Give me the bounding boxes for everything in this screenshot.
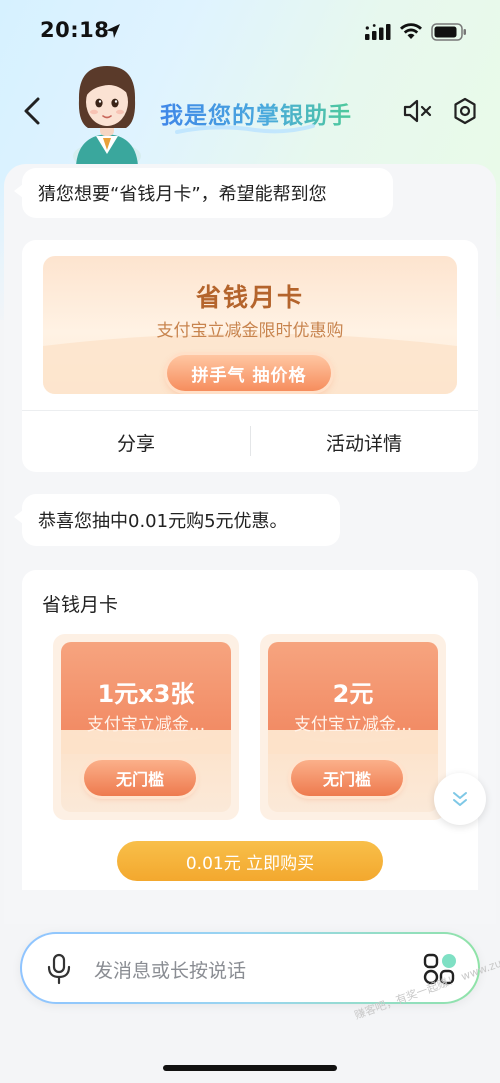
battery-icon	[431, 23, 466, 41]
double-chevron-down-icon	[453, 792, 467, 806]
home-indicator	[163, 1065, 337, 1071]
activity-details-button[interactable]: 活动详情	[250, 412, 478, 472]
share-button[interactable]: 分享	[22, 412, 250, 472]
coupon-option[interactable]: 2元 支付宝立减金... 无门槛	[260, 634, 446, 820]
message-input-placeholder[interactable]: 发消息或长按说话	[94, 956, 246, 983]
assistant-avatar	[73, 66, 141, 166]
assistant-message-bubble: 猜您想要“省钱月卡”，希望能帮到您	[14, 168, 393, 218]
back-chevron-icon[interactable]	[20, 96, 46, 126]
message-text: 猜您想要“省钱月卡”，希望能帮到您	[38, 184, 327, 205]
buy-now-button[interactable]: 0.01元 立即购买	[117, 841, 383, 881]
coupon-option[interactable]: 1元x3张 支付宝立减金... 无门槛	[53, 634, 239, 820]
location-arrow-icon	[106, 24, 120, 38]
cellular-signal-icon	[365, 24, 391, 40]
coupon-description: 支付宝立减金...	[293, 715, 413, 735]
status-time: 20:18	[40, 18, 110, 42]
coupon-tag-button[interactable]: 无门槛	[291, 760, 403, 796]
sound-muted-icon[interactable]	[402, 96, 432, 126]
promo-title: 省钱月卡	[195, 283, 304, 312]
coupon-tag-button[interactable]: 无门槛	[84, 760, 196, 796]
divider	[22, 410, 478, 411]
product-card: 省钱月卡 1元x3张 支付宝立减金... 无门槛 2元 支付宝立减金... 无门…	[22, 570, 478, 890]
promo-subtitle: 支付宝立减金限时优惠购	[156, 321, 344, 341]
promo-card: 省钱月卡 支付宝立减金限时优惠购 拼手气 抽价格 分享 活动详情	[22, 240, 478, 472]
assistant-message-bubble: 恭喜您抽中0.01元购5元优惠。	[14, 494, 340, 546]
coupon-amount: 2元	[332, 680, 374, 708]
status-bar: 20:18	[0, 0, 500, 64]
product-card-title: 省钱月卡	[42, 594, 119, 616]
title-decoration	[175, 124, 315, 134]
gear-icon[interactable]	[451, 96, 479, 126]
microphone-icon[interactable]	[46, 953, 72, 985]
wifi-icon	[400, 23, 422, 39]
scroll-down-button[interactable]	[434, 773, 486, 825]
promo-banner[interactable]: 省钱月卡 支付宝立减金限时优惠购 拼手气 抽价格	[43, 256, 457, 394]
coupon-description: 支付宝立减金...	[86, 715, 206, 735]
lucky-draw-button[interactable]: 拼手气 抽价格	[167, 355, 331, 391]
message-text: 恭喜您抽中0.01元购5元优惠。	[38, 511, 288, 532]
coupon-amount: 1元x3张	[97, 680, 195, 708]
